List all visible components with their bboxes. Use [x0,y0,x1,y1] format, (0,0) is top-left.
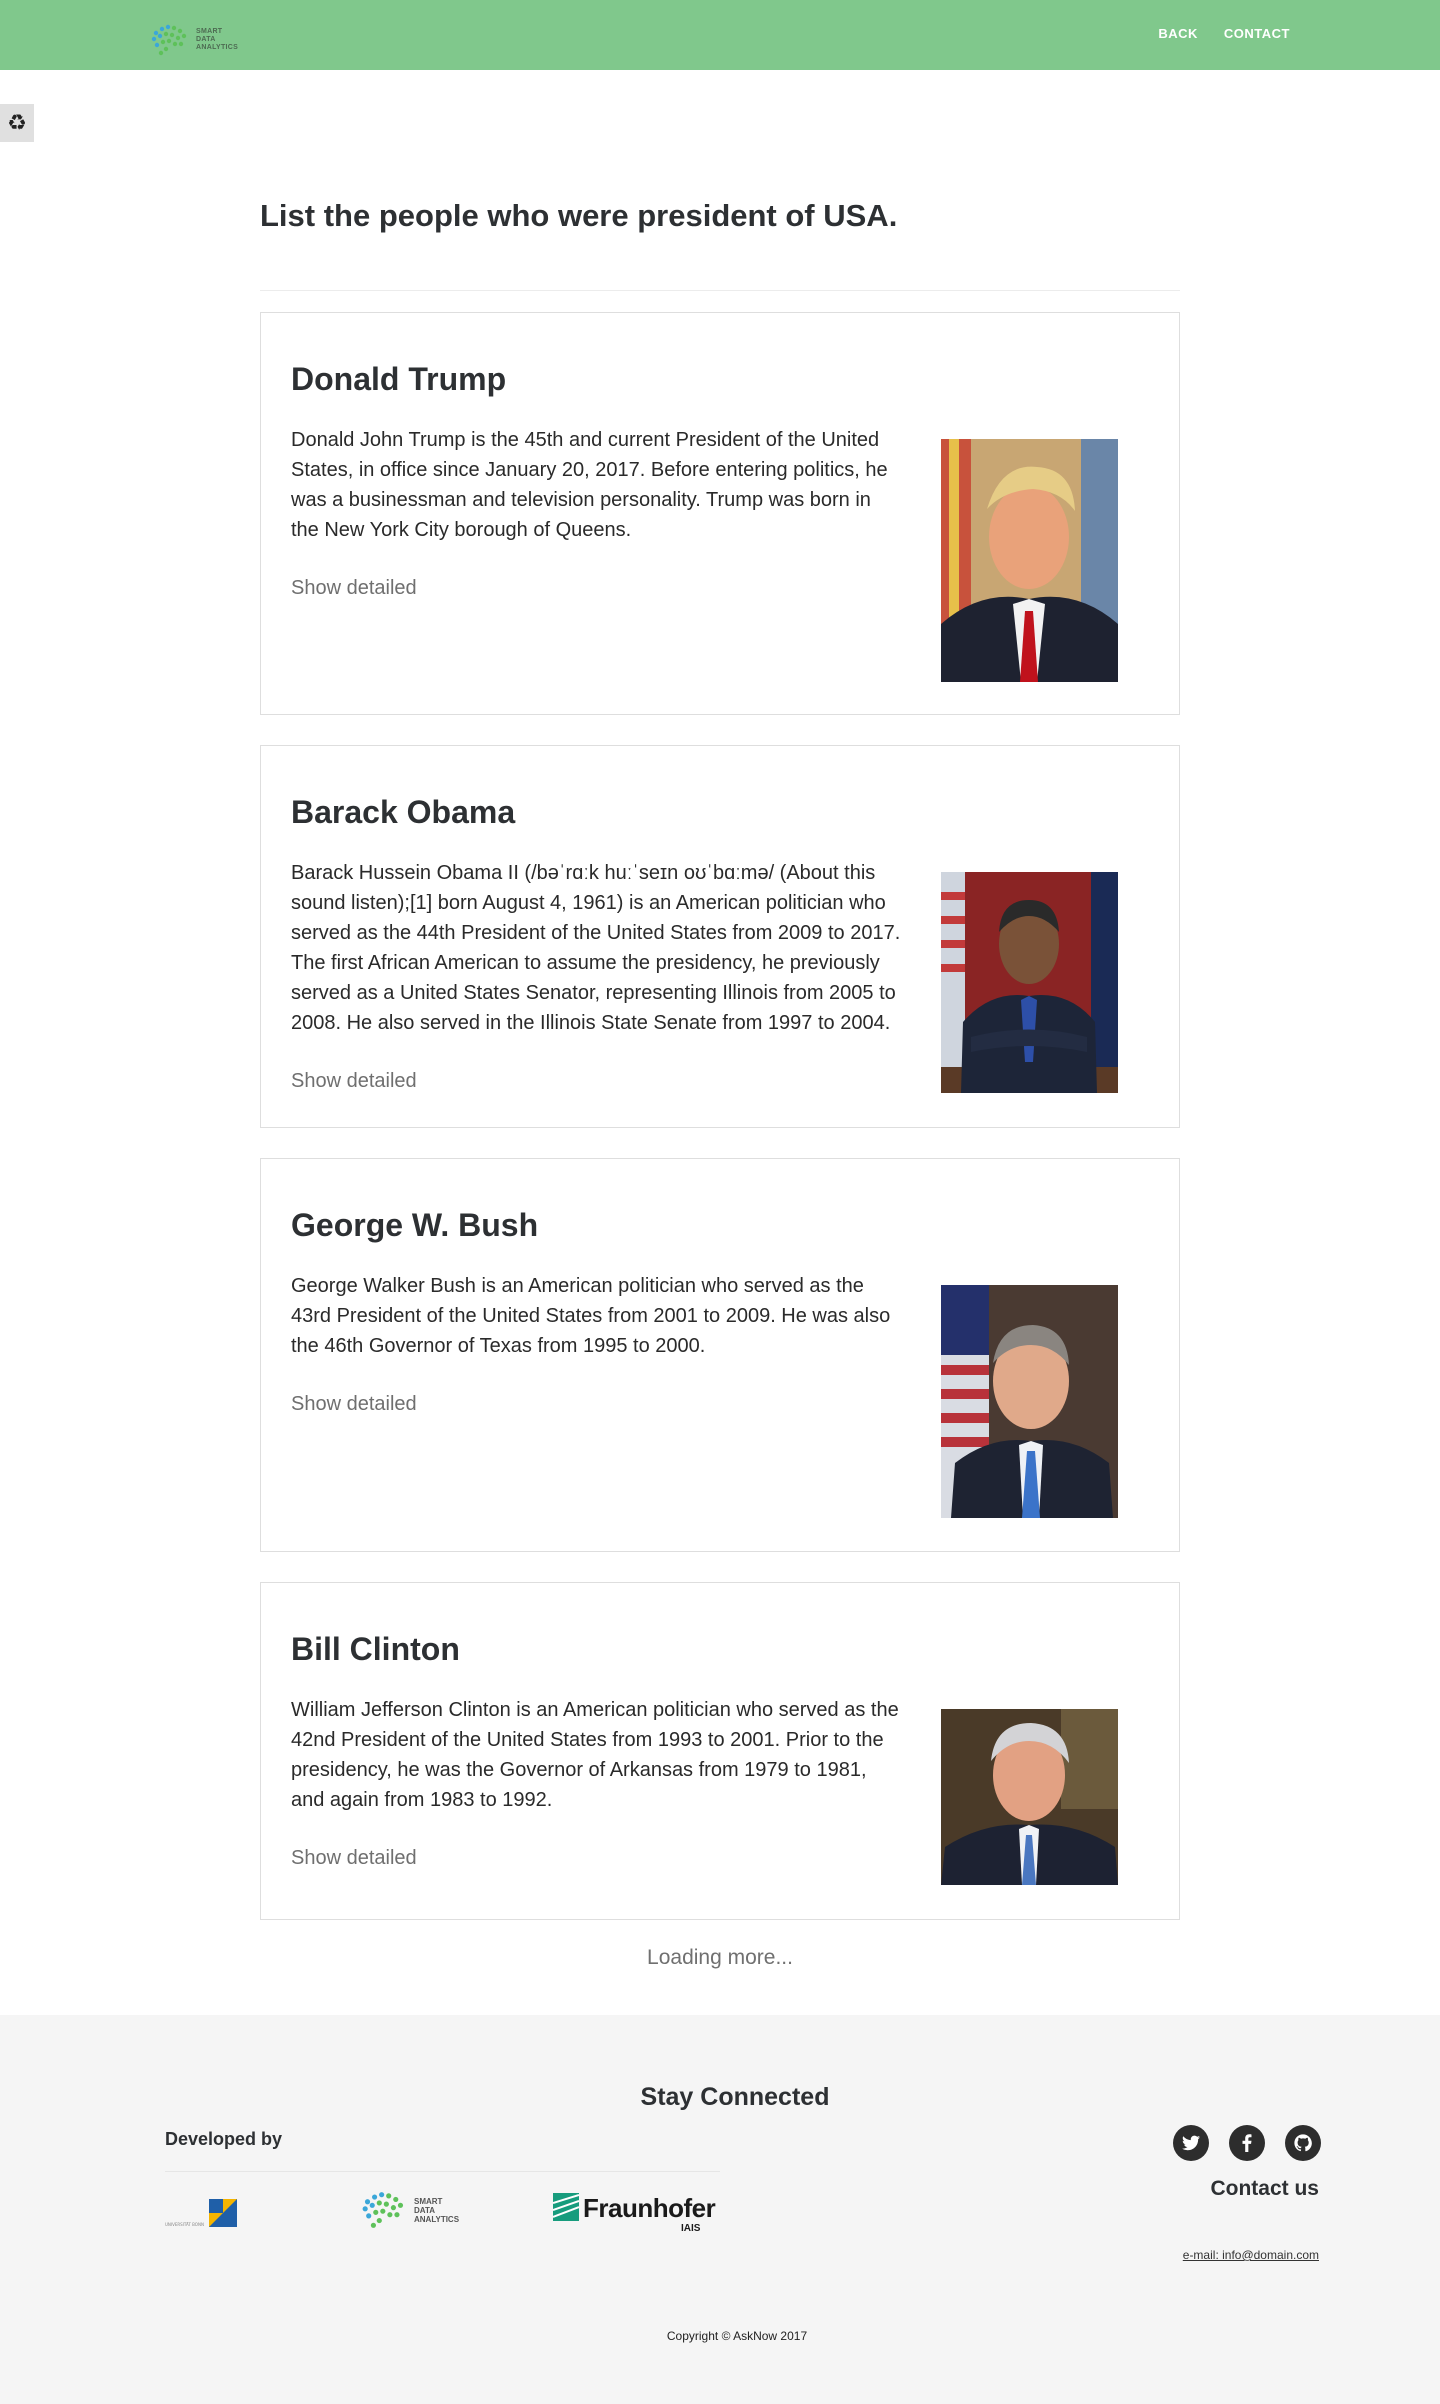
show-detailed-link[interactable]: Show detailed [291,1847,417,1870]
email-link[interactable]: e-mail: info@domain.com [1183,2248,1319,2262]
twitter-icon[interactable] [1173,2125,1209,2161]
contact-us-heading: Contact us [1210,2177,1319,2200]
footer: Stay Connected Developed by UNIVERSITÄT … [0,2015,1440,2404]
fraunhofer-mark-icon [553,2193,579,2221]
result-portrait [941,872,1118,1093]
fraunhofer-logo[interactable]: Fraunhofer IAIS [553,2191,716,2235]
result-title: George W. Bush [291,1207,539,1243]
result-title: Donald Trump [291,361,507,397]
brain-dots-icon [362,2192,404,2228]
result-card: Donald Trump Donald John Trump is the 45… [260,312,1180,715]
show-detailed-link[interactable]: Show detailed [291,1393,417,1416]
result-title: Bill Clinton [291,1631,460,1667]
facebook-icon[interactable] [1229,2125,1265,2161]
show-detailed-link[interactable]: Show detailed [291,1070,417,1093]
smart-data-analytics-logo[interactable]: Smart Data Analytics [148,22,248,58]
footer-divider [165,2171,720,2172]
sda-wordmark: Smart Data Analytics [414,2196,460,2224]
university-bonn-mark-icon: UNIVERSITÄT BONN [165,2199,237,2227]
result-abstract: George Walker Bush is an American politi… [291,1275,891,1357]
divider [260,290,1180,291]
result-card: Bill Clinton William Jefferson Clinton i… [260,1582,1180,1920]
social-links [1173,2125,1321,2161]
result-abstract: William Jefferson Clinton is an American… [291,1699,899,1811]
recycle-icon: ♻ [7,110,27,135]
developed-by-heading: Developed by [165,2129,283,2149]
loading-more-text: Loading more... [647,1946,793,1969]
github-icon[interactable] [1285,2125,1321,2161]
stay-connected-heading: Stay Connected [640,2083,830,2111]
result-abstract: Donald John Trump is the 45th and curren… [291,429,888,541]
university-bonn-text: UNIVERSITÄT BONN [165,2222,204,2227]
nav-contact-link[interactable]: CONTACT [1224,26,1290,41]
university-bonn-logo[interactable]: UNIVERSITÄT BONN [165,2197,237,2229]
result-card: George W. Bush George Walker Bush is an … [260,1158,1180,1552]
sda-partner-logo[interactable]: Smart Data Analytics [358,2189,470,2231]
result-portrait [941,1285,1118,1518]
main-nav: BACK CONTACT [1158,26,1290,41]
recycle-widget-button[interactable]: ♻ [0,104,34,142]
fraunhofer-iais-label: IAIS [681,2223,701,2234]
copyright-text: Copyright © AskNow 2017 [666,2329,808,2343]
result-portrait [941,1709,1118,1885]
brain-dots-icon [151,24,187,56]
result-title: Barack Obama [291,794,516,830]
top-navbar: Smart Data Analytics BACK CONTACT [0,0,1440,70]
nav-back-link[interactable]: BACK [1158,26,1198,41]
result-abstract: Barack Hussein Obama II (/bəˈrɑːk huːˈse… [291,862,901,1034]
fraunhofer-wordmark: Fraunhofer [583,2193,716,2223]
result-portrait [941,439,1118,682]
query-heading: List the people who were president of US… [260,198,898,233]
show-detailed-link[interactable]: Show detailed [291,577,417,600]
result-card: Barack Obama Barack Hussein Obama II (/b… [260,745,1180,1128]
logo-wordmark: Smart Data Analytics [196,28,239,51]
